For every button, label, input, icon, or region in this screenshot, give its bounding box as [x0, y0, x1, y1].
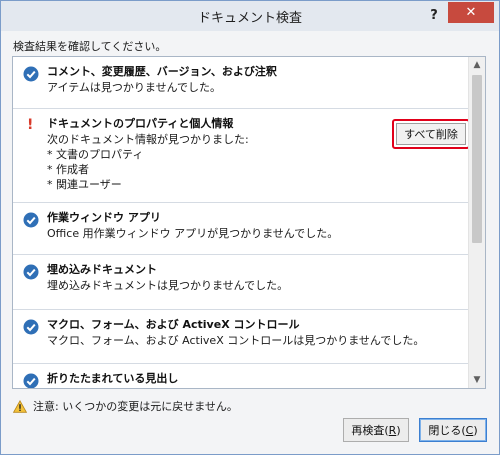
reinspect-button[interactable]: 再検査(R) — [343, 418, 409, 442]
instruction-text: 検査結果を確認してください。 — [13, 40, 167, 53]
result-item-task-pane-apps: 作業ウィンドウ アプリ Office 用作業ウィンドウ アプリが見つかりませんで… — [13, 203, 469, 255]
warning-text: 注意: いくつかの変更は元に戻せません。 — [33, 400, 238, 413]
scroll-up-arrow-icon[interactable]: ▲ — [469, 57, 485, 73]
result-description: マクロ、フォーム、および ActiveX コントロールは見つかりませんでした。 — [47, 334, 425, 347]
remove-all-highlight: すべて削除 — [392, 119, 470, 149]
dialog-title: ドキュメント検査 — [197, 10, 302, 26]
result-item-collapsed-headings: 折りたたまれている見出し — [13, 364, 469, 388]
footer-warning: 注意: いくつかの変更は元に戻せません。 — [13, 398, 238, 414]
result-item-properties: ! ドキュメントのプロパティと個人情報 次のドキュメント情報が見つかりました: … — [13, 109, 470, 203]
remove-all-button[interactable]: すべて削除 — [396, 123, 466, 145]
check-circle-icon — [23, 66, 39, 82]
scroll-down-arrow-icon[interactable]: ▼ — [469, 372, 485, 388]
document-inspector-dialog: ドキュメント検査 ? ✕ 検査結果を確認してください。 コメント、変更履歴、バー… — [0, 0, 500, 455]
result-description: 埋め込みドキュメントは見つかりませんでした。 — [47, 279, 289, 292]
inspection-results-list: コメント、変更履歴、バージョン、および注釈 アイテムは見つかりませんでした。 !… — [12, 56, 486, 389]
check-circle-icon — [23, 319, 39, 335]
title-bar: ドキュメント検査 ? ✕ — [1, 1, 499, 31]
close-icon: ✕ — [465, 5, 477, 20]
result-item-embedded-documents: 埋め込みドキュメント 埋め込みドキュメントは見つかりませんでした。 — [13, 255, 469, 310]
result-description: アイテムは見つかりませんでした。 — [47, 81, 222, 94]
result-title: マクロ、フォーム、および ActiveX コントロール — [47, 318, 300, 331]
warning-triangle-icon — [13, 399, 27, 413]
result-item-comments: コメント、変更履歴、バージョン、および注釈 アイテムは見つかりませんでした。 — [13, 57, 469, 109]
result-description: Office 用作業ウィンドウ アプリが見つかりませんでした。 — [47, 227, 339, 240]
check-circle-icon — [23, 212, 39, 228]
scrollbar-thumb[interactable] — [472, 75, 482, 243]
help-button[interactable]: ? — [426, 7, 442, 25]
result-title: コメント、変更履歴、バージョン、および注釈 — [47, 65, 277, 78]
close-button[interactable]: 閉じる(C) — [419, 418, 487, 442]
check-circle-icon — [23, 373, 39, 388]
result-title: 折りたたまれている見出し — [47, 372, 179, 385]
check-circle-icon — [23, 264, 39, 280]
warning-exclamation-icon: ! — [27, 117, 34, 133]
result-item-macros: マクロ、フォーム、および ActiveX コントロール マクロ、フォーム、および… — [13, 310, 469, 364]
result-title: 埋め込みドキュメント — [47, 263, 157, 276]
result-title: 作業ウィンドウ アプリ — [47, 211, 161, 224]
results-scrollbar[interactable]: ▲ ▼ — [468, 57, 485, 388]
close-window-button[interactable]: ✕ — [448, 2, 494, 23]
